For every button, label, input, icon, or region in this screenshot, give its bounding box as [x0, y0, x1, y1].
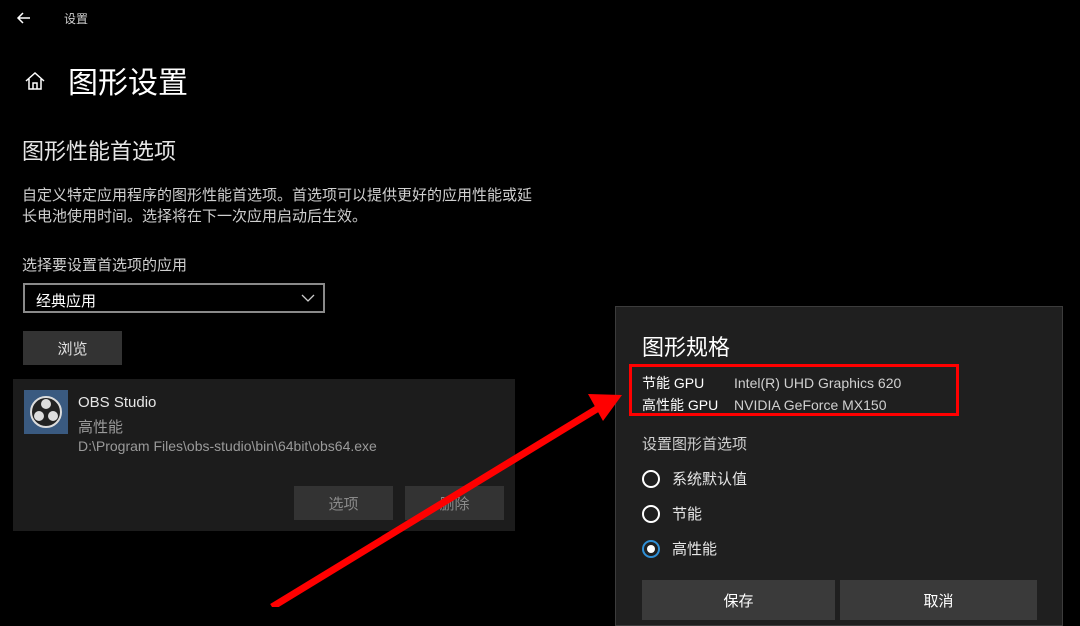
radio-button[interactable] [642, 504, 660, 523]
obs-logo-icon [24, 390, 68, 434]
chevron-down-icon [301, 294, 315, 302]
graphics-spec-dialog: 图形规格 节能 GPU Intel(R) UHD Graphics 620 高性能… [615, 306, 1063, 626]
delete-button[interactable]: 删除 [405, 486, 504, 520]
app-path: D:\Program Files\obs-studio\bin\64bit\ob… [78, 438, 377, 454]
gpu-value: Intel(R) UHD Graphics 620 [734, 375, 902, 391]
gpu-label: 高性能 GPU [642, 397, 719, 413]
radio-system-default[interactable]: 系统默认值 [642, 468, 747, 489]
app-list-item[interactable]: OBS Studio 高性能 D:\Program Files\obs-stud… [13, 379, 515, 531]
home-icon [25, 71, 45, 90]
gpu-value: NVIDIA GeForce MX150 [734, 397, 887, 413]
radio-power-saving[interactable]: 节能 [642, 503, 702, 524]
section-title: 图形性能首选项 [22, 139, 177, 164]
browse-button[interactable]: 浏览 [23, 331, 122, 365]
back-arrow-icon[interactable] [14, 8, 34, 28]
dropdown-value: 经典应用 [36, 293, 97, 310]
gpu-label: 节能 GPU [642, 375, 705, 391]
options-button[interactable]: 选项 [294, 486, 393, 520]
app-preference: 高性能 [78, 419, 124, 436]
description-text: 自定义特定应用程序的图形性能首选项。首选项可以提供更好的应用性能或延长电池使用时… [22, 187, 533, 225]
radio-label: 系统默认值 [672, 471, 748, 488]
cancel-button[interactable]: 取消 [840, 580, 1037, 620]
save-button[interactable]: 保存 [642, 580, 835, 620]
power-saving-gpu-row: 节能 GPU Intel(R) UHD Graphics 620 [642, 373, 901, 393]
app-name: OBS Studio [78, 394, 157, 411]
radio-label: 高性能 [672, 541, 718, 558]
high-performance-gpu-row: 高性能 GPU NVIDIA GeForce MX150 [642, 395, 887, 415]
page-title: 图形设置 [68, 67, 188, 100]
set-preference-label: 设置图形首选项 [642, 436, 748, 453]
radio-label: 节能 [672, 506, 703, 523]
dialog-title: 图形规格 [642, 335, 731, 360]
radio-high-performance[interactable]: 高性能 [642, 538, 717, 559]
app-type-dropdown[interactable]: 经典应用 [23, 283, 325, 313]
window-title: 设置 [64, 12, 89, 26]
select-app-label: 选择要设置首选项的应用 [22, 257, 188, 274]
radio-button[interactable] [642, 469, 660, 488]
radio-button-selected[interactable] [642, 539, 660, 558]
